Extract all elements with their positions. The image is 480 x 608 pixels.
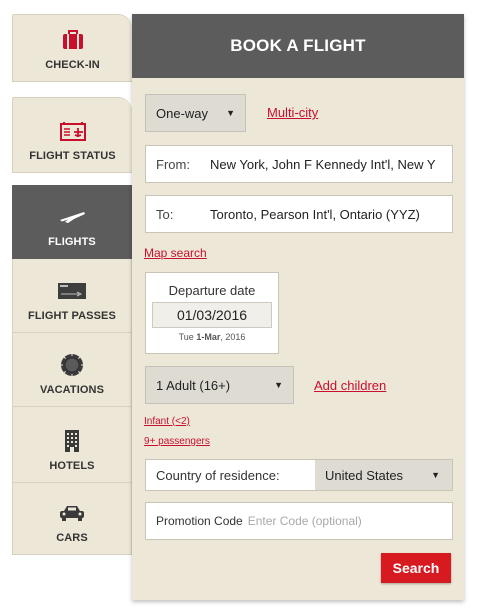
book-flight-panel: BOOK A FLIGHT One-way ▼ Multi-city From:… — [132, 14, 464, 600]
multi-city-link[interactable]: Multi-city — [267, 105, 318, 120]
tab-check-in[interactable]: CHECK-IN — [12, 14, 132, 82]
tab-vacations[interactable]: VACATIONS — [12, 333, 132, 407]
departures-board-icon — [59, 120, 86, 142]
from-field[interactable]: From: New York, John F Kennedy Int'l, Ne… — [145, 145, 453, 183]
tab-flights[interactable]: FLIGHTS — [12, 185, 145, 259]
departure-date-picker: Departure date 01/03/2016 Tue 1-Mar, 201… — [145, 272, 279, 354]
to-value: Toronto, Pearson Int'l, Ontario (YYZ) — [210, 206, 420, 222]
building-icon — [64, 430, 80, 452]
caret-down-icon: ▼ — [431, 470, 440, 480]
departure-day-month: 1-Mar — [196, 332, 221, 342]
suitcase-icon — [62, 29, 84, 51]
car-icon — [58, 502, 86, 524]
tab-label: CHECK-IN — [45, 59, 100, 71]
map-search-link[interactable]: Map search — [144, 246, 207, 260]
ticket-icon — [57, 280, 87, 302]
departure-date-title: Departure date — [168, 283, 256, 298]
trip-type-select[interactable]: One-way ▼ — [145, 94, 246, 132]
country-label: Country of residence: — [156, 467, 280, 483]
tab-label: FLIGHT STATUS — [29, 150, 116, 162]
tab-flight-passes[interactable]: FLIGHT PASSES — [12, 259, 132, 333]
tab-label: VACATIONS — [39, 384, 105, 396]
caret-down-icon: ▼ — [226, 108, 235, 118]
search-button[interactable]: Search — [381, 553, 451, 583]
tab-label: FLIGHT PASSES — [28, 310, 116, 322]
passengers-value: 1 Adult (16+) — [156, 377, 231, 393]
tab-hotels[interactable]: HOTELS — [12, 407, 132, 483]
sun-icon — [60, 353, 84, 377]
departure-date-caption: Tue 1-Mar, 2016 — [146, 332, 278, 342]
country-of-residence-row: Country of residence: United States ▼ — [145, 459, 453, 491]
tab-label: FLIGHTS — [48, 236, 96, 248]
departure-date-input[interactable]: 01/03/2016 — [152, 302, 272, 328]
to-field[interactable]: To: Toronto, Pearson Int'l, Ontario (YYZ… — [145, 195, 453, 233]
trip-type-value: One-way — [156, 105, 209, 121]
departure-year: , 2016 — [220, 332, 246, 342]
from-value: New York, John F Kennedy Int'l, New Y — [210, 156, 436, 172]
tab-flight-status[interactable]: FLIGHT STATUS — [12, 97, 132, 173]
caret-down-icon: ▼ — [274, 380, 283, 390]
add-children-link[interactable]: Add children — [314, 378, 386, 393]
from-label: From: — [156, 156, 190, 172]
airplane-icon — [58, 206, 86, 228]
promo-label: Promotion Code — [156, 514, 243, 528]
infant-link[interactable]: Infant (<2) — [144, 416, 190, 427]
tab-label: CARS — [56, 532, 88, 544]
tab-label: HOTELS — [49, 460, 95, 472]
country-select[interactable]: United States ▼ — [315, 460, 452, 490]
promo-code-input[interactable] — [247, 514, 452, 528]
nine-plus-passengers-link[interactable]: 9+ passengers — [144, 436, 210, 447]
departure-weekday: Tue — [178, 332, 194, 342]
country-value: United States — [325, 467, 404, 483]
tab-cars[interactable]: CARS — [12, 483, 132, 555]
passengers-select[interactable]: 1 Adult (16+) ▼ — [145, 366, 294, 404]
panel-title: BOOK A FLIGHT — [132, 14, 464, 78]
to-label: To: — [156, 206, 174, 222]
promotion-code-row: Promotion Code — [145, 502, 453, 540]
